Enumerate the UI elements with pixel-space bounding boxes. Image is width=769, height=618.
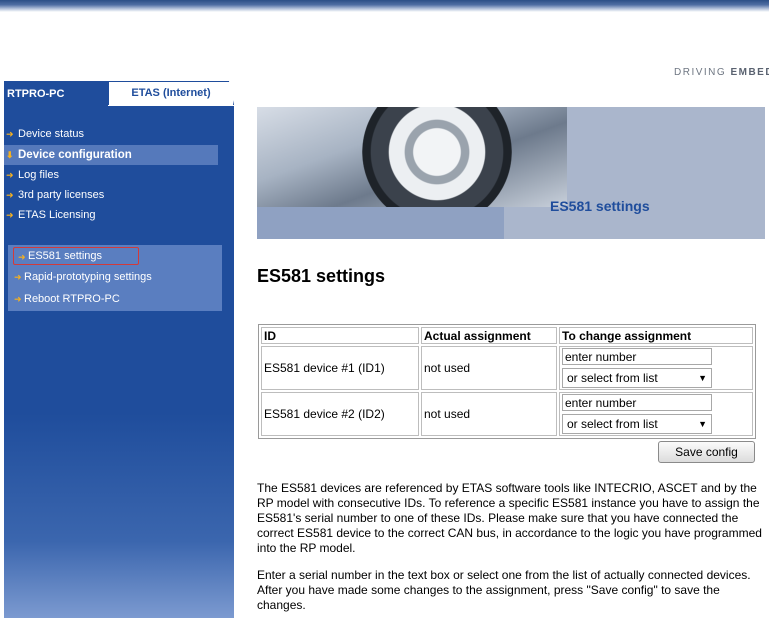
sidebar-item-label: Device configuration — [18, 149, 132, 161]
sidebar-item-log-files[interactable]: ➜ Log files — [4, 165, 218, 185]
column-header-to-change-assignment: To change assignment — [559, 327, 753, 344]
banner-title: ES581 settings — [550, 198, 650, 214]
banner-photo — [257, 107, 567, 227]
banner-strip — [257, 207, 504, 239]
submenu-item-reboot-rtpro-pc[interactable]: ➜ Reboot RTPRO-PC — [14, 290, 214, 308]
sidebar-item-3rd-party-licenses[interactable]: ➜ 3rd party licenses — [4, 185, 218, 205]
actual-assignment-cell: not used — [421, 392, 557, 436]
brand-text: DRIVING — [674, 67, 731, 78]
device-id-cell: ES581 device #1 (ID1) — [261, 346, 419, 390]
submenu-item-label: ES581 settings — [28, 250, 102, 262]
header-banner: ES581 settings — [257, 107, 765, 239]
tab-rtpro-pc[interactable]: RTPRO-PC — [4, 81, 108, 107]
sidebar-item-device-configuration[interactable]: ⬇ Device configuration — [4, 145, 218, 165]
assignment-table: ID Actual assignment To change assignmen… — [258, 324, 756, 439]
submenu-item-label: Rapid-prototyping settings — [24, 271, 152, 283]
column-header-id: ID — [261, 327, 419, 344]
arrow-right-icon: ➜ — [6, 170, 14, 180]
submenu-item-es581-settings[interactable]: ➜ ES581 settings — [13, 247, 139, 265]
change-assignment-cell: or select from list ▼ — [559, 392, 753, 436]
sidebar-item-label: ETAS Licensing — [18, 209, 96, 221]
sidebar-item-etas-licensing[interactable]: ➜ ETAS Licensing — [4, 205, 218, 225]
page-title: ES581 settings — [257, 266, 386, 286]
tab-etas-internet[interactable]: ETAS (Internet) — [108, 81, 234, 105]
serial-number-input[interactable] — [562, 394, 712, 411]
chevron-down-icon: ▼ — [698, 419, 707, 429]
save-config-button[interactable]: Save config — [658, 441, 755, 463]
arrow-right-icon: ➜ — [14, 272, 22, 282]
device-select[interactable]: or select from list ▼ — [562, 414, 712, 434]
arrow-right-icon: ➜ — [6, 190, 14, 200]
sidebar-item-label: 3rd party licenses — [18, 189, 105, 201]
brand-slogan: DRIVING EMBEDDED — [674, 67, 769, 78]
arrow-down-icon: ⬇ — [6, 150, 14, 160]
description-paragraph: The ES581 devices are referenced by ETAS… — [257, 481, 762, 555]
brand-bold-text: EMBEDDED — [730, 67, 769, 78]
sidebar-item-label: Log files — [18, 169, 59, 181]
device-select-value: or select from list — [567, 371, 658, 385]
device-select-value: or select from list — [567, 417, 658, 431]
top-gradient-bar — [0, 0, 769, 12]
host-tabs: RTPRO-PC ETAS (Internet) — [4, 81, 234, 107]
arrow-right-icon: ➜ — [18, 252, 26, 262]
device-id-cell: ES581 device #2 (ID2) — [261, 392, 419, 436]
arrow-right-icon: ➜ — [6, 129, 14, 139]
sidebar-item-label: Device status — [18, 128, 85, 140]
chevron-down-icon: ▼ — [698, 373, 707, 383]
change-assignment-cell: or select from list ▼ — [559, 346, 753, 390]
table-row: ES581 device #1 (ID1) not used or select… — [261, 346, 753, 390]
sidebar: ➜ Device status ⬇ Device configuration ➜… — [4, 106, 234, 618]
table-header-row: ID Actual assignment To change assignmen… — [261, 327, 753, 344]
sidebar-item-device-status[interactable]: ➜ Device status — [4, 124, 218, 144]
instructions-paragraph: Enter a serial number in the text box or… — [257, 568, 751, 612]
column-header-actual-assignment: Actual assignment — [421, 327, 557, 344]
arrow-right-icon: ➜ — [14, 294, 22, 304]
table-row: ES581 device #2 (ID2) not used or select… — [261, 392, 753, 436]
arrow-right-icon: ➜ — [6, 210, 14, 220]
device-configuration-submenu: ➜ ES581 settings ➜ Rapid-prototyping set… — [8, 245, 222, 311]
submenu-item-rapid-prototyping-settings[interactable]: ➜ Rapid-prototyping settings — [14, 268, 214, 286]
submenu-item-label: Reboot RTPRO-PC — [24, 293, 120, 305]
actual-assignment-cell: not used — [421, 346, 557, 390]
serial-number-input[interactable] — [562, 348, 712, 365]
device-select[interactable]: or select from list ▼ — [562, 368, 712, 388]
